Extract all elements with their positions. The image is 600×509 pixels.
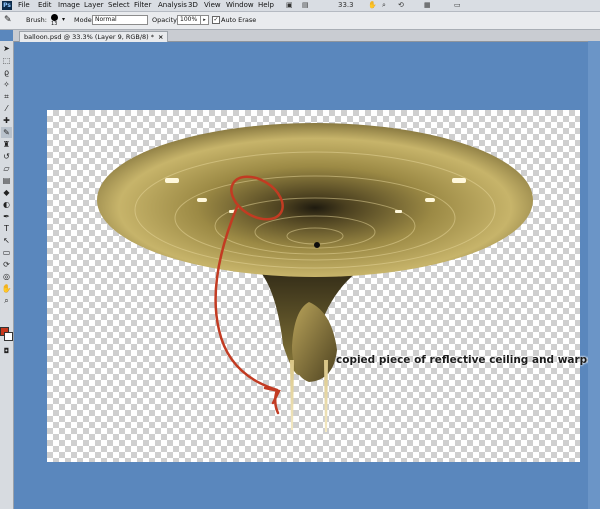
auto-erase-checkbox[interactable]: ✓ bbox=[212, 16, 220, 24]
left-drip bbox=[290, 360, 294, 430]
lasso-tool-icon[interactable]: ϱ bbox=[1, 67, 12, 78]
hand-tool-icon[interactable]: ✋ bbox=[368, 1, 377, 10]
right-drip bbox=[324, 360, 328, 432]
menu-image[interactable]: Image bbox=[58, 1, 80, 10]
opacity-input[interactable]: 100% bbox=[177, 15, 201, 25]
menu-filter[interactable]: Filter bbox=[134, 1, 151, 10]
zoom-level[interactable]: 33.3 bbox=[338, 1, 354, 10]
menu-window[interactable]: Window bbox=[226, 1, 254, 10]
shape-tool-icon[interactable]: ▭ bbox=[1, 247, 12, 258]
pen-tool-icon[interactable]: ✒ bbox=[1, 211, 12, 222]
quick-select-tool-icon[interactable]: ✧ bbox=[1, 79, 12, 90]
type-tool-icon[interactable]: T bbox=[1, 223, 12, 234]
menu-view[interactable]: View bbox=[204, 1, 221, 10]
brush-picker-arrow-icon[interactable]: ▾ bbox=[62, 16, 65, 23]
app-logo: Ps bbox=[2, 1, 12, 10]
bridge-icon[interactable]: ▣ bbox=[286, 1, 293, 10]
eyedropper-tool-icon[interactable]: ⁄ bbox=[1, 103, 12, 114]
menu-help[interactable]: Help bbox=[258, 1, 274, 10]
menu-file[interactable]: File bbox=[18, 1, 30, 10]
mode-select[interactable]: Normal bbox=[92, 15, 148, 25]
crop-tool-icon[interactable]: ⌗ bbox=[1, 91, 12, 102]
history-brush-tool-icon[interactable]: ↺ bbox=[1, 151, 12, 162]
3d-orbit-tool-icon[interactable]: ◎ bbox=[1, 271, 12, 282]
zoom-tool-icon[interactable]: ⌕ bbox=[382, 1, 386, 10]
marquee-tool-icon[interactable]: ⬚ bbox=[1, 55, 12, 66]
gradient-tool-icon[interactable]: ▤ bbox=[1, 175, 12, 186]
brush-preview-icon[interactable] bbox=[51, 14, 58, 21]
hand-tool-icon[interactable]: ✋ bbox=[1, 283, 12, 294]
menu-3d[interactable]: 3D bbox=[188, 1, 198, 10]
rotate-view-icon[interactable]: ⟲ bbox=[398, 1, 404, 10]
auto-erase-label: Auto Erase bbox=[221, 16, 257, 24]
clone-stamp-tool-icon[interactable]: ♜ bbox=[1, 139, 12, 150]
menu-edit[interactable]: Edit bbox=[38, 1, 52, 10]
eraser-tool-icon[interactable]: ▱ bbox=[1, 163, 12, 174]
toolbox: ➤ ⬚ ϱ ✧ ⌗ ⁄ ✚ ✎ ♜ ↺ ▱ ▤ ◆ ◐ ✒ T ↖ ▭ ⟳ ◎ … bbox=[0, 41, 14, 509]
balloon-artwork bbox=[97, 123, 533, 432]
warped-ceiling-piece bbox=[292, 302, 337, 382]
background-color-swatch[interactable] bbox=[4, 332, 13, 341]
annotation-caption: copied piece of reflective ceiling and w… bbox=[336, 354, 600, 366]
tunnel-vanishing-point bbox=[314, 242, 320, 248]
menu-bar: Ps File Edit Image Layer Select Filter A… bbox=[0, 0, 600, 12]
document-tab[interactable]: balloon.psd @ 33.3% (Layer 9, RGB/8) * × bbox=[19, 31, 169, 42]
opacity-slider-arrow-icon[interactable]: ▸ bbox=[200, 15, 209, 25]
mode-label: Mode: bbox=[74, 16, 94, 24]
document-title: balloon.psd @ 33.3% (Layer 9, RGB/8) * bbox=[24, 33, 155, 41]
dodge-tool-icon[interactable]: ◐ bbox=[1, 199, 12, 210]
blur-tool-icon[interactable]: ◆ bbox=[1, 187, 12, 198]
brush-tool-icon[interactable]: ✎ bbox=[1, 127, 12, 138]
move-tool-icon[interactable]: ➤ bbox=[1, 43, 12, 54]
menu-analysis[interactable]: Analysis bbox=[158, 1, 187, 10]
document-tab-strip: balloon.psd @ 33.3% (Layer 9, RGB/8) * × bbox=[13, 30, 600, 42]
healing-tool-icon[interactable]: ✚ bbox=[1, 115, 12, 126]
3d-rotate-tool-icon[interactable]: ⟳ bbox=[1, 259, 12, 270]
canvas[interactable] bbox=[47, 110, 580, 462]
arrange-documents-icon[interactable]: ▦ bbox=[424, 1, 431, 10]
quick-mask-icon[interactable]: ◘ bbox=[1, 346, 12, 357]
minibridge-icon[interactable]: ▤ bbox=[302, 1, 309, 10]
path-select-tool-icon[interactable]: ↖ bbox=[1, 235, 12, 246]
tool-preset-icon[interactable]: ✎ bbox=[4, 15, 12, 25]
opacity-label: Opacity: bbox=[152, 16, 179, 24]
zoom-tool-icon[interactable]: ⌕ bbox=[1, 295, 12, 306]
menu-layer[interactable]: Layer bbox=[84, 1, 104, 10]
close-tab-icon[interactable]: × bbox=[158, 33, 163, 41]
brush-label: Brush: bbox=[26, 16, 47, 24]
screen-mode-icon[interactable]: ▭ bbox=[454, 1, 461, 10]
options-bar: ✎ Brush: 13 ▾ Mode: Normal Opacity: 100%… bbox=[0, 12, 600, 30]
menu-select[interactable]: Select bbox=[108, 1, 130, 10]
brush-size: 13 bbox=[51, 21, 58, 27]
canvas-scroll-area bbox=[588, 41, 600, 509]
